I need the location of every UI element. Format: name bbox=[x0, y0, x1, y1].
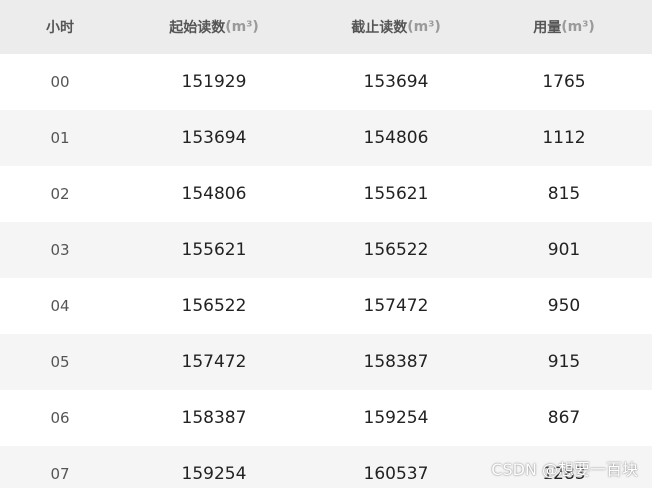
table-row: 04 156522 157472 950 bbox=[0, 278, 652, 334]
header-usage-label: 用量 bbox=[533, 20, 562, 36]
header-start-reading: 起始读数 (m³) bbox=[120, 0, 308, 54]
cell-end-reading: 157472 bbox=[363, 296, 429, 316]
table-row: 03 155621 156522 901 bbox=[0, 222, 652, 278]
cell-start-reading: 158387 bbox=[181, 408, 247, 428]
cell-usage: 1765 bbox=[542, 72, 586, 92]
cell-end-reading: 158387 bbox=[363, 352, 429, 372]
hourly-usage-table: 小时 起始读数 (m³) 截止读数 (m³) 用量 (m³) 00 151929 15… bbox=[0, 0, 652, 488]
cell-end-reading: 159254 bbox=[363, 408, 429, 428]
header-usage-unit: (m³) bbox=[561, 19, 595, 35]
table-row: 01 153694 154806 1112 bbox=[0, 110, 652, 166]
table-row: 00 151929 153694 1765 bbox=[0, 54, 652, 110]
table-row: 02 154806 155621 815 bbox=[0, 166, 652, 222]
cell-hour: 03 bbox=[50, 241, 70, 259]
table-header: 小时 起始读数 (m³) 截止读数 (m³) 用量 (m³) bbox=[0, 0, 652, 54]
header-start-reading-label: 起始读数 bbox=[169, 20, 226, 36]
cell-hour: 04 bbox=[50, 297, 70, 315]
cell-end-reading: 154806 bbox=[363, 128, 429, 148]
table-row: 06 158387 159254 867 bbox=[0, 390, 652, 446]
cell-start-reading: 151929 bbox=[181, 72, 247, 92]
cell-hour: 02 bbox=[50, 185, 70, 203]
cell-start-reading: 156522 bbox=[181, 296, 247, 316]
header-start-reading-unit: (m³) bbox=[225, 19, 259, 35]
cell-start-reading: 159254 bbox=[181, 464, 247, 484]
csdn-watermark: CSDN @想要一百块 bbox=[491, 460, 638, 479]
cell-usage: 950 bbox=[547, 296, 581, 316]
cell-end-reading: 153694 bbox=[363, 72, 429, 92]
cell-end-reading: 160537 bbox=[363, 464, 429, 484]
header-end-reading: 截止读数 (m³) bbox=[308, 0, 484, 54]
cell-start-reading: 157472 bbox=[181, 352, 247, 372]
header-usage: 用量 (m³) bbox=[484, 0, 644, 54]
header-end-reading-unit: (m³) bbox=[407, 19, 441, 35]
cell-hour: 01 bbox=[50, 129, 70, 147]
header-hour: 小时 bbox=[0, 0, 120, 54]
cell-usage: 915 bbox=[547, 352, 581, 372]
cell-end-reading: 156522 bbox=[363, 240, 429, 260]
cell-usage: 867 bbox=[547, 408, 581, 428]
table-row: 05 157472 158387 915 bbox=[0, 334, 652, 390]
cell-usage: 1112 bbox=[542, 128, 586, 148]
cell-hour: 00 bbox=[50, 73, 70, 91]
cell-start-reading: 155621 bbox=[181, 240, 247, 260]
cell-start-reading: 154806 bbox=[181, 184, 247, 204]
cell-hour: 07 bbox=[50, 465, 70, 483]
cell-usage: 815 bbox=[547, 184, 581, 204]
cell-hour: 05 bbox=[50, 353, 70, 371]
header-end-reading-label: 截止读数 bbox=[351, 20, 408, 36]
cell-end-reading: 155621 bbox=[363, 184, 429, 204]
cell-hour: 06 bbox=[50, 409, 70, 427]
cell-start-reading: 153694 bbox=[181, 128, 247, 148]
header-hour-label: 小时 bbox=[46, 20, 74, 36]
cell-usage: 901 bbox=[547, 240, 581, 260]
